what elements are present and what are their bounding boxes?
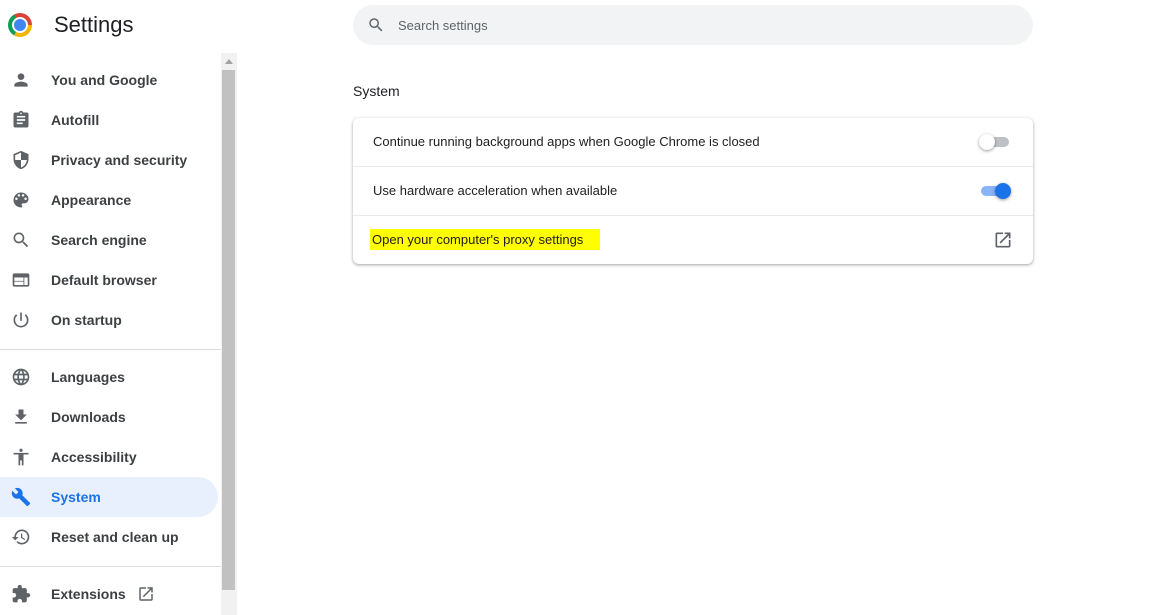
sidebar-item-label: On startup bbox=[51, 312, 122, 328]
sidebar-item-label: Languages bbox=[51, 369, 125, 385]
setting-label: Open your computer's proxy settings bbox=[370, 216, 601, 264]
accessibility-icon bbox=[13, 448, 29, 466]
browser-window-icon bbox=[12, 273, 30, 287]
person-icon bbox=[14, 73, 28, 87]
setting-row-background-apps: Continue running background apps when Go… bbox=[353, 118, 1033, 166]
chrome-logo bbox=[8, 13, 32, 37]
page-title: Settings bbox=[54, 12, 134, 37]
sidebar-item-system[interactable]: System bbox=[0, 477, 218, 517]
sidebar-item-label: Downloads bbox=[51, 409, 126, 425]
setting-label: Use hardware acceleration when available bbox=[373, 183, 618, 198]
restore-icon bbox=[11, 529, 30, 545]
shield-icon bbox=[13, 150, 29, 170]
system-settings-card: Continue running background apps when Go… bbox=[353, 118, 1033, 264]
section-title: System bbox=[353, 83, 400, 99]
scroll-up-arrow-icon[interactable] bbox=[225, 59, 233, 64]
sidebar-item-accessibility[interactable]: Accessibility bbox=[0, 437, 218, 477]
sidebar-item-downloads[interactable]: Downloads bbox=[0, 397, 218, 437]
scrollbar-thumb[interactable] bbox=[222, 70, 235, 590]
sidebar-item-label: Extensions bbox=[51, 586, 126, 602]
sidebar-item-reset-and-clean-up[interactable]: Reset and clean up bbox=[0, 517, 218, 557]
puzzle-icon bbox=[12, 584, 31, 603]
setting-row-hardware-acceleration: Use hardware acceleration when available bbox=[353, 166, 1033, 215]
download-icon bbox=[15, 409, 27, 424]
background-apps-toggle[interactable] bbox=[979, 134, 1011, 150]
sidebar-item-label: Search engine bbox=[51, 232, 147, 248]
sidebar-item-search-engine[interactable]: Search engine bbox=[0, 220, 218, 260]
search-bar[interactable] bbox=[353, 5, 1033, 45]
sidebar-item-label: Accessibility bbox=[51, 449, 137, 465]
sidebar-item-label: Appearance bbox=[51, 192, 132, 208]
sidebar-item-privacy-and-security[interactable]: Privacy and security bbox=[0, 140, 218, 180]
globe-icon bbox=[12, 368, 30, 386]
wrench-icon bbox=[11, 487, 31, 507]
hardware-acceleration-toggle[interactable] bbox=[979, 183, 1011, 199]
sidebar-divider bbox=[0, 349, 221, 350]
sidebar: You and Google Autofill Privacy and secu… bbox=[0, 60, 221, 615]
setting-label: Continue running background apps when Go… bbox=[373, 134, 760, 149]
sidebar-item-autofill[interactable]: Autofill bbox=[0, 100, 218, 140]
sidebar-item-label: Autofill bbox=[51, 112, 100, 128]
search-icon bbox=[13, 232, 29, 248]
sidebar-item-label: Privacy and security bbox=[51, 152, 188, 168]
sidebar-divider bbox=[0, 566, 221, 567]
sidebar-item-appearance[interactable]: Appearance bbox=[0, 180, 218, 220]
sidebar-item-you-and-google[interactable]: You and Google bbox=[0, 60, 218, 100]
external-link-icon bbox=[139, 587, 153, 601]
sidebar-item-label: Reset and clean up bbox=[51, 529, 179, 545]
setting-row-proxy-settings[interactable]: Open your computer's proxy settings bbox=[353, 215, 1033, 264]
sidebar-item-extensions[interactable]: Extensions bbox=[0, 574, 218, 614]
highlighted-text: Open your computer's proxy settings bbox=[370, 229, 601, 250]
search-input[interactable] bbox=[398, 5, 998, 45]
palette-icon bbox=[13, 192, 29, 208]
sidebar-item-on-startup[interactable]: On startup bbox=[0, 300, 218, 340]
power-icon bbox=[13, 312, 29, 328]
sidebar-item-default-browser[interactable]: Default browser bbox=[0, 260, 218, 300]
sidebar-scrollbar[interactable] bbox=[221, 53, 237, 615]
sidebar-item-label: Default browser bbox=[51, 272, 157, 288]
clipboard-icon bbox=[13, 110, 29, 128]
search-icon bbox=[369, 18, 383, 32]
external-link-icon[interactable] bbox=[993, 230, 1013, 250]
sidebar-item-label: You and Google bbox=[51, 72, 158, 88]
sidebar-item-languages[interactable]: Languages bbox=[0, 357, 218, 397]
sidebar-item-label: System bbox=[51, 489, 101, 505]
